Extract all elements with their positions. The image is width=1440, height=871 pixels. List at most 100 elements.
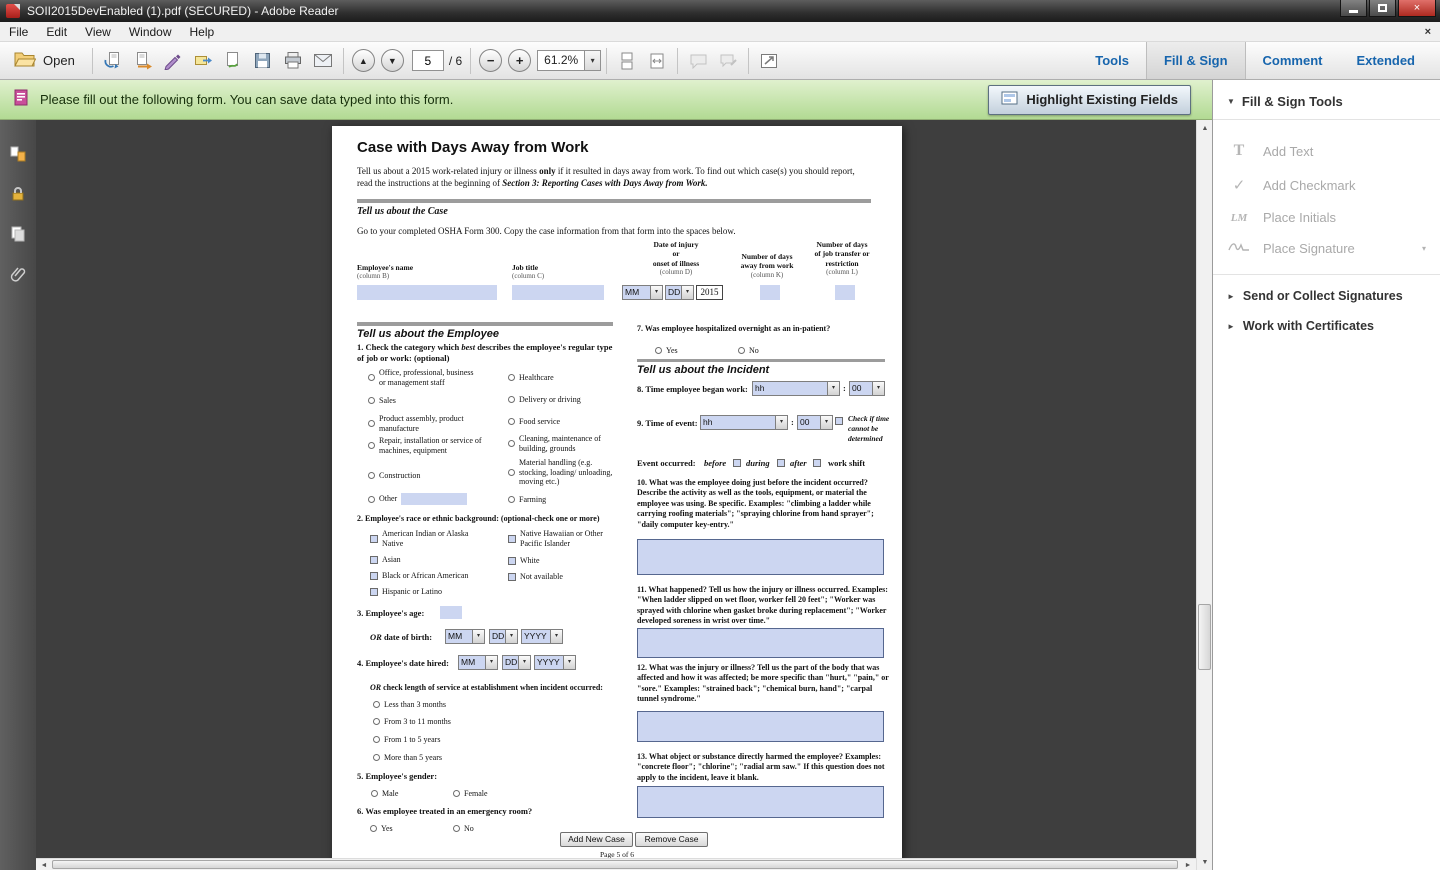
minimize-button[interactable] (1340, 0, 1367, 17)
share-file-icon[interactable] (188, 48, 218, 74)
event-before-checkbox[interactable] (733, 459, 741, 467)
add-text-tool[interactable]: TAdd Text (1213, 134, 1440, 168)
tools-button[interactable]: Tools (1078, 42, 1146, 79)
dob-month-select[interactable]: MM▾ (445, 629, 485, 644)
menu-window[interactable]: Window (120, 22, 181, 42)
er-no-radio[interactable] (453, 825, 460, 832)
menu-help[interactable]: Help (181, 22, 224, 42)
scroll-up-icon[interactable]: ▲ (1197, 120, 1213, 136)
add-new-case-button[interactable]: Add New Case (560, 832, 633, 847)
horizontal-scrollbar-thumb[interactable] (52, 860, 1178, 869)
hired-month-select[interactable]: MM▾ (458, 655, 498, 670)
zoom-level-select[interactable]: 61.2% ▾ (537, 50, 601, 71)
dropdown-arrow-icon[interactable]: ▾ (518, 656, 530, 669)
category-material-handling-radio[interactable] (508, 469, 515, 476)
category-office-radio[interactable] (368, 374, 375, 381)
hired-day-select[interactable]: DD▾ (502, 655, 531, 670)
category-farming-radio[interactable] (508, 496, 515, 503)
remove-case-button[interactable]: Remove Case (635, 832, 708, 847)
category-repair-radio[interactable] (368, 442, 375, 449)
signature-dropdown-icon[interactable]: ▾ (1422, 244, 1426, 253)
page-scroll-mode-icon[interactable] (612, 48, 642, 74)
gender-female-radio[interactable] (453, 790, 460, 797)
category-cleaning-radio[interactable] (508, 440, 515, 447)
highlight-fields-button[interactable]: Highlight Existing Fields (988, 85, 1191, 115)
comment-button[interactable]: Comment (1246, 42, 1340, 79)
save-icon[interactable] (248, 48, 278, 74)
open-button[interactable]: Open (8, 48, 87, 74)
fill-sign-button[interactable]: Fill & Sign (1146, 42, 1246, 79)
began-work-minute-select[interactable]: 00▾ (849, 381, 885, 396)
fill-sign-pen-icon[interactable] (158, 48, 188, 74)
category-healthcare-radio[interactable] (508, 374, 515, 381)
maximize-button[interactable] (1369, 0, 1396, 17)
employee-name-field[interactable] (357, 285, 497, 300)
hired-year-select[interactable]: YYYY▾ (534, 655, 576, 670)
save-online-icon[interactable] (98, 48, 128, 74)
injury-day-select[interactable]: DD▾ (665, 285, 694, 300)
dropdown-arrow-icon[interactable]: ▾ (472, 630, 484, 643)
send-for-signature-icon[interactable] (218, 48, 248, 74)
other-category-field[interactable] (401, 493, 467, 505)
zoom-in-button[interactable]: + (508, 49, 531, 72)
page-thumbnails-icon[interactable] (8, 144, 28, 164)
service-3-11-months-radio[interactable] (373, 718, 380, 725)
vertical-scrollbar-thumb[interactable] (1198, 604, 1211, 670)
place-initials-tool[interactable]: LMPlace Initials (1213, 202, 1440, 233)
send-collect-signatures[interactable]: ►Send or Collect Signatures (1213, 281, 1440, 311)
attachments-icon[interactable] (8, 266, 28, 286)
dropdown-arrow-icon[interactable]: ▾ (820, 416, 832, 429)
race-hispanic-checkbox[interactable] (370, 588, 378, 596)
fullscreen-icon[interactable] (754, 48, 784, 74)
menu-file[interactable]: File (0, 22, 37, 42)
next-page-button[interactable]: ▼ (381, 49, 404, 72)
q10-textarea[interactable] (637, 539, 884, 575)
event-minute-select[interactable]: 00▾ (797, 415, 833, 430)
category-sales-radio[interactable] (368, 397, 375, 404)
horizontal-scrollbar[interactable]: ◄ ► (36, 858, 1196, 870)
add-checkmark-tool[interactable]: ✓Add Checkmark (1213, 168, 1440, 202)
hospitalized-no-radio[interactable] (738, 347, 745, 354)
service-less-3-months-radio[interactable] (373, 701, 380, 708)
hospitalized-yes-radio[interactable] (655, 347, 662, 354)
event-after-checkbox[interactable] (813, 459, 821, 467)
print-icon[interactable] (278, 48, 308, 74)
dropdown-arrow-icon[interactable]: ▾ (681, 286, 693, 299)
age-field[interactable] (440, 606, 462, 619)
event-hour-select[interactable]: hh▾ (700, 415, 788, 430)
extended-button[interactable]: Extended (1339, 42, 1432, 79)
gender-male-radio[interactable] (371, 790, 378, 797)
fit-width-icon[interactable] (642, 48, 672, 74)
page-number-input[interactable] (412, 50, 444, 71)
dropdown-arrow-icon[interactable]: ▾ (872, 382, 884, 395)
category-food-service-radio[interactable] (508, 418, 515, 425)
category-delivery-radio[interactable] (508, 396, 515, 403)
race-not-available-checkbox[interactable] (508, 573, 516, 581)
dob-day-select[interactable]: DD▾ (489, 629, 518, 644)
q13-textarea[interactable] (637, 786, 884, 818)
days-away-field[interactable] (760, 285, 780, 300)
category-assembly-radio[interactable] (368, 420, 375, 427)
menu-edit[interactable]: Edit (37, 22, 76, 42)
race-hawaiian-checkbox[interactable] (508, 535, 516, 543)
menu-view[interactable]: View (76, 22, 120, 42)
category-construction-radio[interactable] (368, 472, 375, 479)
er-yes-radio[interactable] (370, 825, 377, 832)
service-1-5-years-radio[interactable] (373, 736, 380, 743)
time-undetermined-checkbox[interactable] (835, 417, 843, 425)
work-with-certificates[interactable]: ►Work with Certificates (1213, 311, 1440, 341)
race-black-checkbox[interactable] (370, 572, 378, 580)
close-window-button[interactable]: × (1398, 0, 1436, 17)
dropdown-arrow-icon[interactable]: ▾ (650, 286, 662, 299)
began-work-hour-select[interactable]: hh▾ (752, 381, 840, 396)
security-lock-icon[interactable] (8, 184, 28, 204)
scroll-left-icon[interactable]: ◄ (36, 859, 52, 871)
q12-textarea[interactable] (637, 711, 884, 742)
menubar-close-icon[interactable]: × (1425, 22, 1431, 42)
dropdown-arrow-icon[interactable]: ▾ (505, 630, 517, 643)
dropdown-arrow-icon[interactable]: ▾ (485, 656, 497, 669)
q11-textarea[interactable] (637, 628, 884, 658)
job-title-field[interactable] (512, 285, 604, 300)
days-restriction-field[interactable] (835, 285, 855, 300)
previous-page-button[interactable]: ▲ (352, 49, 375, 72)
